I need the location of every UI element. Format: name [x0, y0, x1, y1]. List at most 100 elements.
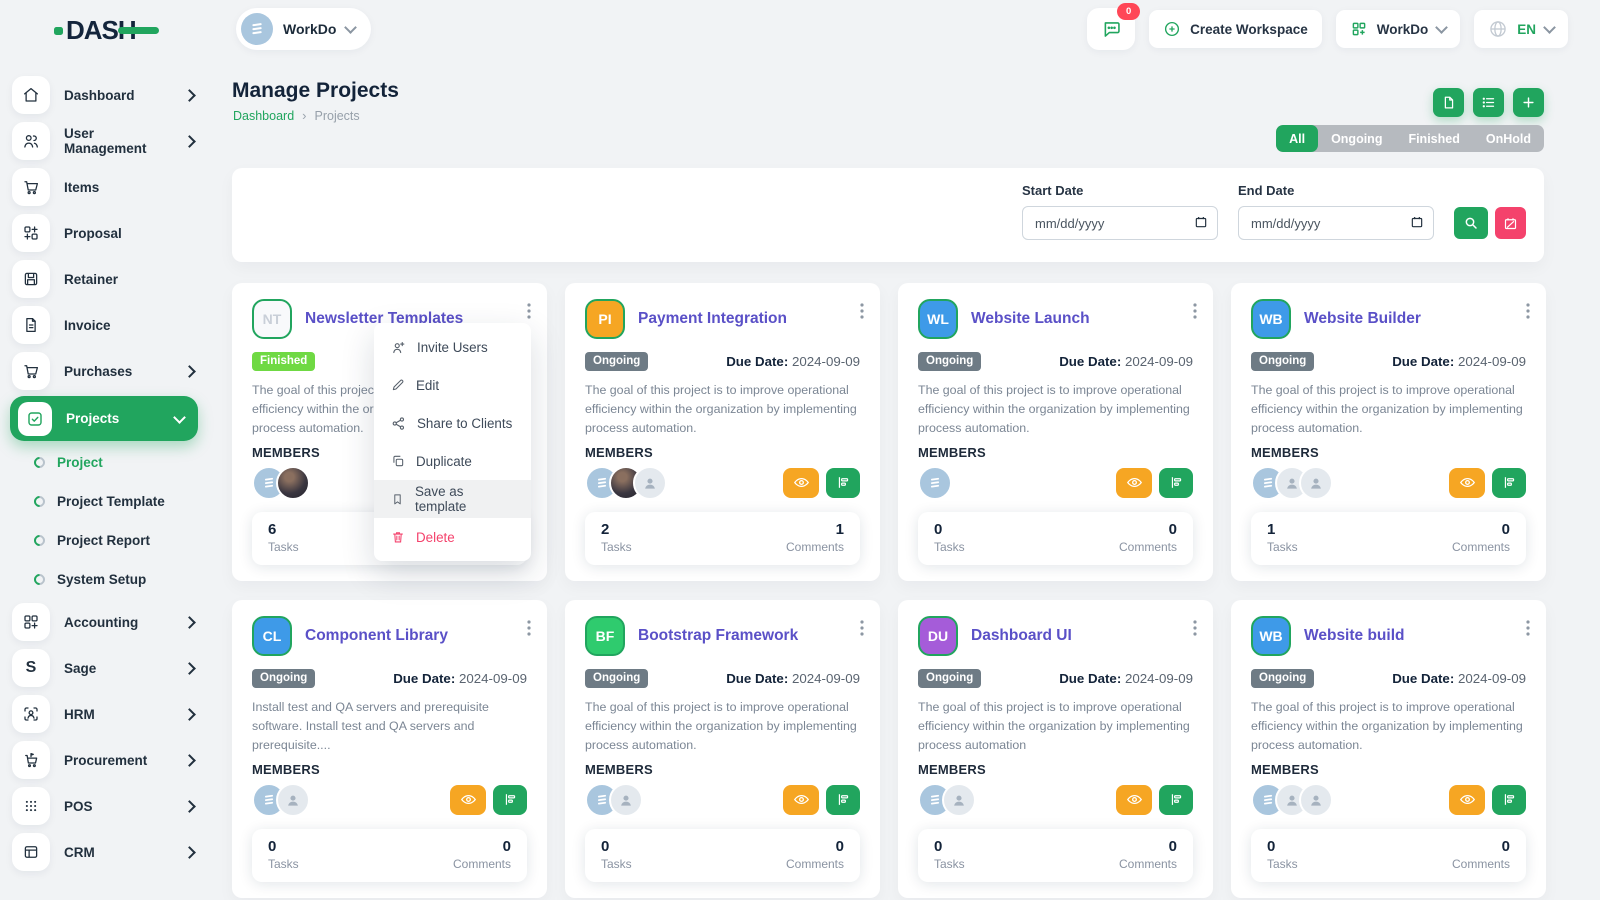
eye-icon	[793, 477, 809, 488]
project-card-dashboard-ui: DU Dashboard UI Ongoing Due Date: 2024-0…	[898, 600, 1213, 898]
tasks-label: Tasks	[934, 856, 965, 871]
sidebar-subitem-system-setup[interactable]: System Setup	[0, 560, 210, 599]
tasks-count: 0	[601, 837, 610, 855]
sidebar-item-user-management[interactable]: User Management	[0, 118, 210, 164]
eye-icon	[460, 794, 476, 805]
menu-item-edit[interactable]: Edit	[374, 366, 531, 404]
language-selector[interactable]: EN	[1474, 10, 1568, 48]
kebab-menu-icon[interactable]	[523, 299, 535, 323]
gantt-button[interactable]	[1492, 467, 1526, 498]
kebab-menu-icon[interactable]	[523, 616, 535, 640]
dash-logo[interactable]: DASH	[54, 14, 160, 46]
copy-template-button[interactable]	[1433, 88, 1464, 117]
project-stats: 0 Tasks 0 Comments	[585, 828, 860, 882]
breadcrumb-dashboard-link[interactable]: Dashboard	[233, 109, 294, 123]
view-project-button[interactable]	[450, 784, 486, 815]
view-project-button[interactable]	[1449, 467, 1485, 498]
sidebar-item-purchases[interactable]: Purchases	[0, 348, 210, 394]
view-project-button[interactable]	[1449, 784, 1485, 815]
filter-finished[interactable]: Finished	[1395, 125, 1472, 152]
sidebar-item-hrm[interactable]: HRM	[0, 691, 210, 737]
menu-item-duplicate[interactable]: Duplicate	[374, 442, 531, 480]
home-icon	[12, 76, 50, 114]
reset-filter-button[interactable]	[1495, 207, 1526, 239]
project-title-link[interactable]: Website Builder	[1304, 310, 1421, 329]
project-title-link[interactable]: Website Launch	[971, 310, 1090, 329]
messages-button[interactable]: 0	[1087, 3, 1141, 50]
comments-label: Comments	[1451, 856, 1510, 871]
view-project-button[interactable]	[783, 784, 819, 815]
chevron-down-icon	[344, 21, 358, 34]
sidebar-label: Proposal	[64, 225, 122, 241]
sidebar-item-dashboard[interactable]: Dashboard	[0, 72, 210, 118]
project-card-component-library: CL Component Library Ongoing Due Date: 2…	[232, 600, 547, 898]
sidebar-item-accounting[interactable]: Accounting	[0, 599, 210, 645]
view-project-button[interactable]	[1116, 784, 1152, 815]
chevron-right-icon	[183, 661, 196, 675]
filter-onhold[interactable]: OnHold	[1473, 125, 1544, 152]
sidebar-item-procurement[interactable]: Procurement	[0, 737, 210, 783]
gantt-button[interactable]	[826, 784, 860, 815]
tasks-count: 0	[268, 837, 277, 855]
sidebar-item-proposal[interactable]: Proposal	[0, 210, 210, 256]
sidebar-item-invoice[interactable]: Invoice	[0, 302, 210, 348]
status-badge: Ongoing	[1251, 352, 1315, 371]
sidebar-subitem-project-template[interactable]: Project Template	[0, 482, 210, 521]
add-project-button[interactable]	[1513, 88, 1544, 117]
search-button[interactable]	[1454, 207, 1488, 239]
due-date: Due Date: 2024-09-09	[1059, 671, 1193, 686]
member-avatars	[252, 465, 310, 500]
filter-ongoing[interactable]: Ongoing	[1318, 125, 1395, 152]
menu-item-invite-users[interactable]: Invite Users	[374, 328, 531, 366]
chevron-right-icon	[183, 799, 196, 813]
filter-all[interactable]: All	[1276, 125, 1319, 152]
project-title-link[interactable]: Payment Integration	[638, 310, 787, 329]
view-project-button[interactable]	[1116, 467, 1152, 498]
sidebar-subitem-project[interactable]: Project	[0, 443, 210, 482]
tasks-label: Tasks	[268, 539, 299, 554]
sidebar-item-retainer[interactable]: Retainer	[0, 256, 210, 302]
member-avatars	[585, 465, 667, 500]
member-avatar-person	[276, 782, 310, 817]
start-date-input[interactable]	[1022, 206, 1218, 240]
sidebar-item-sage[interactable]: S Sage	[0, 645, 210, 691]
sidebar-item-crm[interactable]: CRM	[0, 829, 210, 875]
tasks-count: 6	[268, 520, 277, 538]
view-project-button[interactable]	[783, 467, 819, 498]
gantt-button[interactable]	[1159, 784, 1193, 815]
kebab-menu-icon[interactable]	[1522, 299, 1534, 323]
end-date-input[interactable]	[1238, 206, 1434, 240]
sidebar-sublabel: Project	[57, 455, 103, 470]
gantt-button[interactable]	[1159, 467, 1193, 498]
gantt-button[interactable]	[826, 467, 860, 498]
menu-item-delete[interactable]: Delete	[374, 518, 531, 556]
chat-icon	[1104, 21, 1120, 37]
kebab-menu-icon[interactable]	[1189, 616, 1201, 640]
list-view-button[interactable]	[1473, 88, 1504, 117]
sidebar-subitem-project-report[interactable]: Project Report	[0, 521, 210, 560]
project-description: The goal of this project is to improve o…	[585, 700, 857, 752]
sidebar-item-pos[interactable]: POS	[0, 783, 210, 829]
kebab-menu-icon[interactable]	[1522, 616, 1534, 640]
menu-item-save-as-template[interactable]: Save as template	[374, 480, 531, 518]
gantt-button[interactable]	[1492, 784, 1526, 815]
kebab-menu-icon[interactable]	[1189, 299, 1201, 323]
sidebar-item-projects[interactable]: Projects	[10, 396, 198, 441]
menu-item-label: Share to Clients	[417, 415, 513, 431]
create-workspace-button[interactable]: Create Workspace	[1149, 10, 1322, 48]
page-title: Manage Projects	[232, 79, 399, 102]
workspace-menu-button[interactable]: WorkDo	[1335, 10, 1461, 48]
project-avatar: DU	[918, 616, 958, 656]
menu-item-share-to-clients[interactable]: Share to Clients	[374, 404, 531, 442]
sidebar-item-items[interactable]: Items	[0, 164, 210, 210]
project-title-link[interactable]: Website build	[1304, 627, 1404, 646]
kebab-menu-icon[interactable]	[856, 616, 868, 640]
kebab-menu-icon[interactable]	[856, 299, 868, 323]
project-title-link[interactable]: Bootstrap Framework	[638, 627, 798, 646]
calendar-icon	[1410, 215, 1424, 229]
gantt-button[interactable]	[493, 784, 527, 815]
project-title-link[interactable]: Component Library	[305, 627, 448, 646]
language-label: EN	[1517, 21, 1536, 37]
project-title-link[interactable]: Dashboard UI	[971, 627, 1072, 646]
workspace-selector[interactable]: WorkDo	[236, 8, 372, 50]
